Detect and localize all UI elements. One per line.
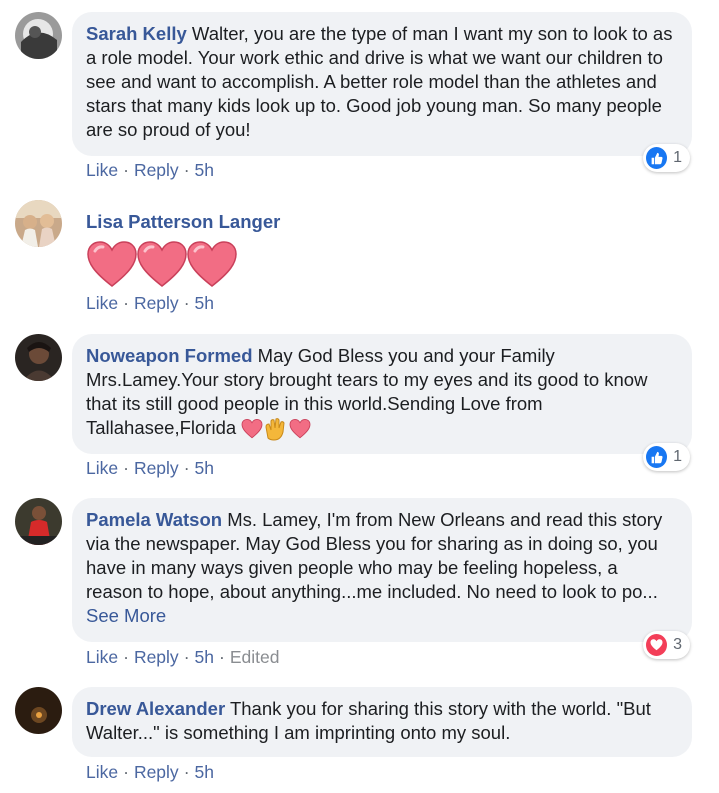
timestamp[interactable]: 5h bbox=[195, 647, 214, 667]
reaction-summary[interactable]: 1 bbox=[643, 144, 690, 172]
reply-button[interactable]: Reply bbox=[134, 647, 179, 667]
comment-actions: Like · Reply · 5h bbox=[86, 458, 214, 478]
reply-button[interactable]: Reply bbox=[134, 458, 179, 478]
like-button[interactable]: Like bbox=[86, 458, 118, 478]
like-button[interactable]: Like bbox=[86, 293, 118, 313]
comment-bubble: Drew Alexander Thank you for sharing thi… bbox=[72, 687, 692, 757]
heart-icon bbox=[187, 241, 237, 287]
avatar[interactable] bbox=[15, 498, 62, 545]
edited-label[interactable]: Edited bbox=[230, 647, 280, 667]
reaction-count: 3 bbox=[673, 636, 682, 653]
comment-bubble: Noweapon Formed May God Bless you and yo… bbox=[72, 334, 692, 454]
comment-author[interactable]: Noweapon Formed bbox=[86, 345, 253, 366]
avatar[interactable] bbox=[15, 334, 62, 381]
heart-emoji-icon bbox=[289, 419, 311, 439]
reaction-count: 1 bbox=[673, 149, 682, 166]
comment-author[interactable]: Pamela Watson bbox=[86, 509, 222, 530]
avatar[interactable] bbox=[15, 687, 62, 734]
comment-bubble: Sarah Kelly Walter, you are the type of … bbox=[72, 12, 692, 156]
comment-actions: Like · Reply · 5h bbox=[86, 762, 214, 782]
reply-button[interactable]: Reply bbox=[134, 160, 179, 180]
reaction-count: 1 bbox=[673, 448, 682, 465]
timestamp[interactable]: 5h bbox=[195, 160, 214, 180]
avatar[interactable] bbox=[15, 200, 62, 247]
comment-author[interactable]: Lisa Patterson Langer bbox=[86, 211, 280, 233]
reply-button[interactable]: Reply bbox=[134, 293, 179, 313]
comment-actions: Like · Reply · 5h bbox=[86, 160, 214, 180]
avatar[interactable] bbox=[15, 12, 62, 59]
comment-author[interactable]: Drew Alexander bbox=[86, 698, 225, 719]
like-button[interactable]: Like bbox=[86, 647, 118, 667]
comment-bubble: Pamela Watson Ms. Lamey, I'm from New Or… bbox=[72, 498, 692, 642]
reply-button[interactable]: Reply bbox=[134, 762, 179, 782]
timestamp[interactable]: 5h bbox=[195, 762, 214, 782]
comment-author[interactable]: Sarah Kelly bbox=[86, 23, 187, 44]
timestamp[interactable]: 5h bbox=[195, 293, 214, 313]
comment-actions: Like · Reply · 5h bbox=[86, 293, 214, 313]
reaction-summary[interactable]: 3 bbox=[643, 631, 690, 659]
timestamp[interactable]: 5h bbox=[195, 458, 214, 478]
see-more-link[interactable]: See More bbox=[86, 605, 166, 626]
like-button[interactable]: Like bbox=[86, 160, 118, 180]
heart-icon bbox=[87, 241, 137, 287]
love-icon bbox=[646, 634, 668, 656]
like-button[interactable]: Like bbox=[86, 762, 118, 782]
like-icon bbox=[646, 446, 668, 468]
heart-icon bbox=[137, 241, 187, 287]
heart-emoji-icon bbox=[241, 419, 263, 439]
like-icon bbox=[646, 147, 668, 169]
reaction-summary[interactable]: 1 bbox=[643, 443, 690, 471]
clapping-hands-icon bbox=[265, 418, 285, 441]
comment-actions: Like · Reply · 5h · Edited bbox=[86, 647, 280, 667]
